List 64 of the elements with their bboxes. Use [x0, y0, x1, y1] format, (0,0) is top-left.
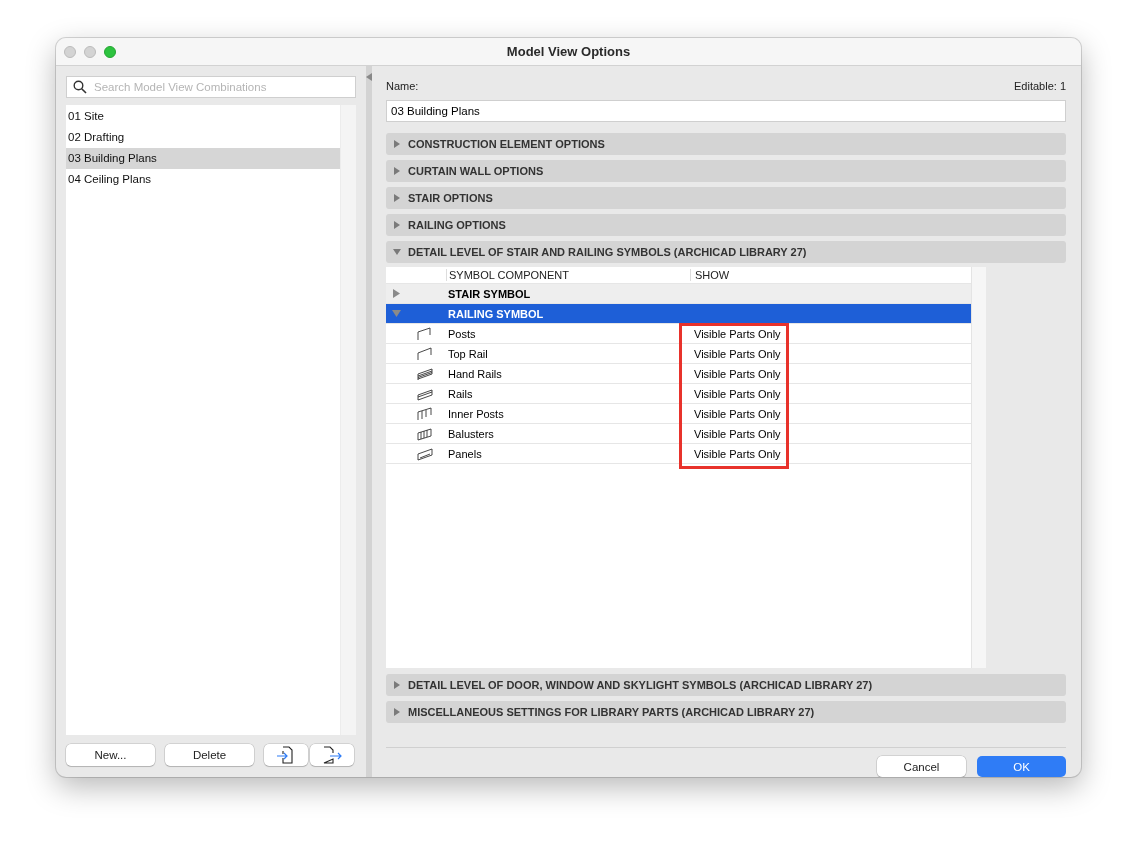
- group-row[interactable]: RAILING SYMBOL: [386, 304, 971, 324]
- collapse-arrow-icon: [366, 73, 372, 81]
- component-name: Top Rail: [447, 347, 489, 360]
- group-label: STAIR SYMBOL: [447, 287, 532, 300]
- component-name: Inner Posts: [447, 407, 505, 420]
- collapsed-triangle-icon: [393, 167, 401, 175]
- expanded-triangle-icon: [393, 248, 401, 256]
- show-value[interactable]: Visible Parts Only: [690, 327, 781, 340]
- component-name: Hand Rails: [447, 367, 503, 380]
- editable-count: Editable: 1: [1014, 80, 1066, 92]
- list-action-button[interactable]: Delete: [165, 744, 254, 766]
- section-header[interactable]: MISCELLANEOUS SETTINGS FOR LIBRARY PARTS (ARCHICAD LIBRARY 27): [386, 701, 1066, 723]
- search-icon: [73, 80, 87, 94]
- ok-button[interactable]: OK: [977, 756, 1066, 777]
- section-header[interactable]: CURTAIN WALL OPTIONS: [386, 160, 1066, 182]
- export-button[interactable]: [310, 744, 354, 766]
- section-header[interactable]: DETAIL LEVEL OF DOOR, WINDOW AND SKYLIGHT SYMBOLS (ARCHICAD LIBRARY 27): [386, 674, 1066, 696]
- search-field[interactable]: Search Model View Combinations: [66, 76, 356, 98]
- baluster-symbol-icon: [416, 426, 434, 441]
- file-export-icon: [321, 746, 343, 764]
- expanded-triangle-icon: [392, 309, 401, 318]
- show-value[interactable]: Visible Parts Only: [690, 387, 781, 400]
- post-symbol-icon: [416, 326, 434, 341]
- show-value[interactable]: Visible Parts Only: [690, 347, 781, 360]
- collapsed-triangle-icon: [392, 289, 401, 298]
- show-value[interactable]: Visible Parts Only: [690, 427, 781, 440]
- name-label: Name:: [386, 80, 419, 92]
- column-header[interactable]: SYMBOL COMPONENT: [446, 269, 690, 281]
- component-name: Panels: [447, 447, 483, 460]
- section-header[interactable]: CONSTRUCTION ELEMENT OPTIONS: [386, 133, 1066, 155]
- collapsed-triangle-icon: [393, 221, 401, 229]
- rail-symbol-icon: [416, 386, 434, 401]
- collapsed-triangle-icon: [393, 681, 401, 689]
- hand-rail-symbol-icon: [416, 366, 434, 381]
- component-name: Balusters: [447, 427, 495, 440]
- list-item[interactable]: 04 Ceiling Plans: [66, 169, 340, 190]
- collapsed-triangle-icon: [393, 140, 401, 148]
- list-item[interactable]: 02 Drafting: [66, 127, 340, 148]
- collapsed-triangle-icon: [393, 194, 401, 202]
- show-value[interactable]: Visible Parts Only: [690, 447, 781, 460]
- cancel-button[interactable]: Cancel: [877, 756, 966, 777]
- panel-symbol-icon: [416, 446, 434, 461]
- name-field[interactable]: 03 Building Plans: [386, 100, 1066, 122]
- column-header[interactable]: SHOW: [690, 269, 730, 281]
- section-header[interactable]: RAILING OPTIONS: [386, 214, 1066, 236]
- import-button[interactable]: [264, 744, 308, 766]
- list-action-button[interactable]: New...: [66, 744, 155, 766]
- show-value[interactable]: Visible Parts Only: [690, 407, 781, 420]
- component-name: Rails: [447, 387, 474, 400]
- component-name: Posts: [447, 327, 477, 340]
- list-item[interactable]: 03 Building Plans: [66, 148, 340, 169]
- collapsed-triangle-icon: [393, 708, 401, 716]
- inner-post-symbol-icon: [416, 406, 434, 421]
- list-item[interactable]: 01 Site: [66, 106, 340, 127]
- window-title: Model View Options: [506, 44, 631, 59]
- show-value[interactable]: Visible Parts Only: [690, 367, 781, 380]
- minimize-button[interactable]: [84, 46, 96, 58]
- close-button[interactable]: [64, 46, 76, 58]
- group-row[interactable]: STAIR SYMBOL: [386, 284, 971, 304]
- group-label: RAILING SYMBOL: [447, 307, 545, 320]
- section-header[interactable]: DETAIL LEVEL OF STAIR AND RAILING SYMBOLS (ARCHICAD LIBRARY 27): [386, 241, 1066, 263]
- top-rail-symbol-icon: [416, 346, 434, 361]
- zoom-button[interactable]: [104, 46, 116, 58]
- section-header[interactable]: STAIR OPTIONS: [386, 187, 1066, 209]
